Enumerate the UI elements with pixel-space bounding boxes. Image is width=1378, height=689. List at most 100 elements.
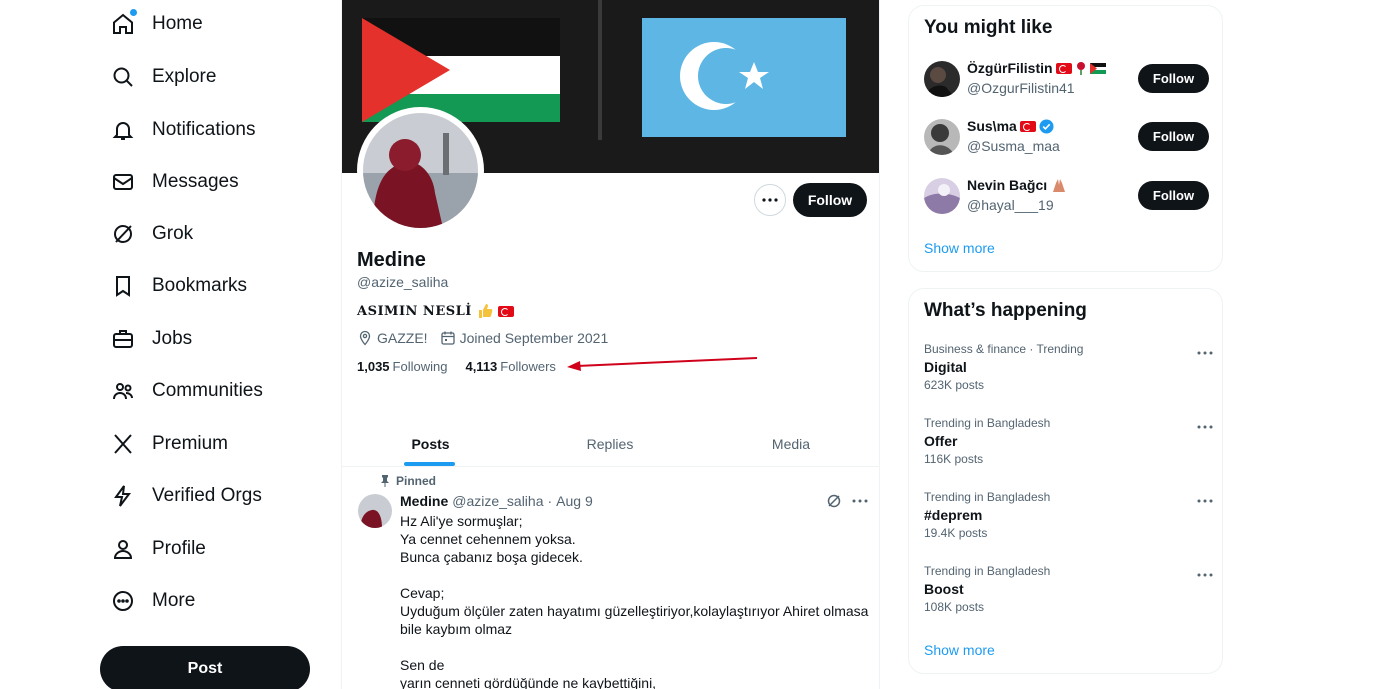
profile-name: Medine [357,249,426,271]
trend-name: #deprem [924,507,983,523]
post-paragraph: Cevap; Uyduğum ölçüler zaten hayatımı gü… [400,585,869,637]
post-avatar-photo [358,494,392,528]
nav-profile[interactable]: Profile [110,529,206,569]
followers-link[interactable]: 4,113 Followers [465,359,555,374]
nav-jobs-label: Jobs [152,328,193,349]
followers-label: Followers [500,359,556,374]
notification-dot [130,9,137,16]
trend-more-icon[interactable] [1196,418,1214,432]
profile-stats: 1,035 Following 4,113 Followers [357,359,556,374]
trend-count: 623K posts [924,378,985,392]
nav-home[interactable]: Home [110,4,203,44]
verified-badge-icon [1039,119,1054,133]
nav-explore-label: Explore [152,66,217,87]
trend-item[interactable]: Trending in Bangladesh #deprem 19.4K pos… [924,490,1214,550]
following-link[interactable]: 1,035 Following [357,359,447,374]
avatar[interactable] [924,178,960,214]
red-annotation-arrow [567,357,758,371]
nav-bookmarks-label: Bookmarks [152,275,248,296]
calendar-icon [440,331,455,345]
nav-communities[interactable]: Communities [110,371,263,411]
followers-count: 4,113 [465,359,498,374]
people-icon [110,378,136,404]
following-count: 1,035 [357,359,390,374]
tab-replies[interactable]: Replies [519,420,701,467]
suggested-user-handle: @hayal___19 [967,197,1054,213]
suggested-user[interactable]: Nevin Bağcı @hayal___19 Follow [924,176,1209,216]
post-paragraph: Hz Ali'ye sormuşlar; Ya cennet cehennem … [400,513,583,565]
profile-meta: GAZZE! Joined September 2021 [357,330,608,346]
profile-joined: Joined September 2021 [459,330,609,346]
person-icon [110,536,136,562]
location-icon [359,330,371,346]
lightning-icon [110,483,136,509]
post-more-icon[interactable] [852,499,868,503]
user-name-text: ÖzgürFilistin [967,60,1053,76]
nav-home-label: Home [152,13,203,34]
more-dots-icon [762,198,778,202]
profile-location: GAZZE! [377,330,428,346]
show-more-link[interactable]: Show more [924,240,995,256]
search-icon [110,64,136,90]
more-options-button[interactable] [754,184,786,216]
post-header: Medine @azize_saliha · Aug 9 [400,493,593,509]
turkey-flag-icon [1055,62,1072,74]
suggested-user[interactable]: ÖzgürFilistin @OzgurFilistin41 Follow [924,59,1209,99]
active-tab-indicator [404,462,455,466]
whats-happening-title: What’s happening [924,300,1087,321]
trend-more-icon[interactable] [1196,344,1214,358]
show-more-link[interactable]: Show more [924,642,995,658]
trend-count: 116K posts [924,452,984,466]
suggested-user-name: Nevin Bağcı [967,177,1068,193]
grok-analyze-icon[interactable] [826,493,842,509]
nav-verified-orgs-label: Verified Orgs [152,485,262,506]
nav-explore[interactable]: Explore [110,57,216,97]
follow-button[interactable]: Follow [1138,122,1209,151]
trend-item[interactable]: Trending in Bangladesh Boost 108K posts [924,564,1214,624]
home-icon [110,9,137,37]
turkey-flag-icon [497,305,514,317]
suggested-user-name: ÖzgürFilistin [967,60,1106,76]
mail-icon [110,169,136,195]
trend-item[interactable]: Trending in Bangladesh Offer 116K posts [924,416,1214,476]
post-author-name[interactable]: Medine [400,493,448,509]
nav-notifications[interactable]: Notifications [110,110,256,150]
nav-grok[interactable]: Grok [110,214,193,254]
post-body: Hz Ali'ye sormuşlar; Ya cennet cehennem … [400,512,870,689]
nav-jobs[interactable]: Jobs [110,319,192,359]
whats-happening-panel: What’s happening Business & finance · Tr… [908,288,1223,674]
nav-notifications-label: Notifications [152,119,256,140]
follow-button[interactable]: Follow [1138,181,1209,210]
trend-count: 108K posts [924,600,985,614]
tab-posts[interactable]: Posts [342,420,519,467]
briefcase-icon [110,326,136,352]
avatar[interactable] [924,119,960,155]
trend-more-icon[interactable] [1196,566,1214,580]
profile-handle: @azize_saliha [357,274,449,290]
suggested-user[interactable]: Sus\ma @Susma_maa Follow [924,117,1209,157]
post-button[interactable]: Post [100,646,310,689]
nav-more-label: More [152,590,196,611]
post-paragraph: Sen de yarın cenneti gördüğünde ne kaybe… [400,657,657,689]
follow-button[interactable]: Follow [1138,64,1209,93]
bookmark-icon [110,273,136,299]
avatar[interactable] [924,61,960,97]
tab-media[interactable]: Media [701,420,879,467]
nav-more[interactable]: More [110,581,195,621]
trend-more-icon[interactable] [1196,492,1214,506]
trend-context: Business & finance · Trending [924,342,1084,356]
follow-button[interactable]: Follow [793,183,867,217]
trend-item[interactable]: Business & finance · Trending Digital 62… [924,342,1214,402]
post-author-handle[interactable]: @azize_saliha [452,493,543,509]
you-might-like-panel: You might like ÖzgürFilistin @OzgurFilis… [908,5,1223,272]
user-name-text: Nevin Bağcı [967,177,1048,193]
nav-messages[interactable]: Messages [110,162,239,202]
thumbs-up-icon [478,304,493,318]
nav-premium[interactable]: Premium [110,424,228,464]
post-author-avatar[interactable] [358,494,392,528]
left-navigation: Home Explore Notifications Messages Grok… [0,0,340,689]
post-date[interactable]: Aug 9 [556,493,593,509]
nav-verified-orgs[interactable]: Verified Orgs [110,476,262,516]
profile-avatar[interactable] [357,107,484,234]
nav-bookmarks[interactable]: Bookmarks [110,266,247,306]
